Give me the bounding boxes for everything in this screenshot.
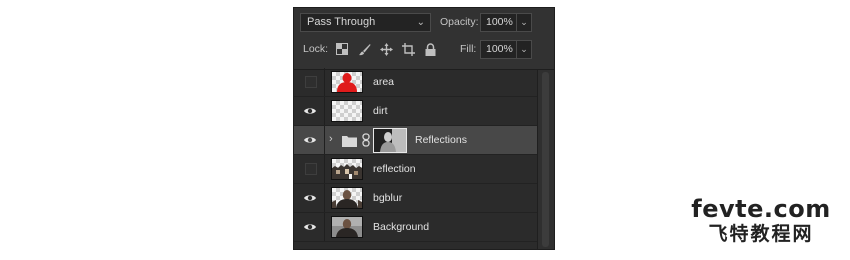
layers-panel: Pass Through ⌄ Opacity: 100% ⌄ Lock: Fil… (293, 7, 555, 250)
fill-chevron-icon[interactable]: ⌄ (516, 41, 531, 58)
layer-name[interactable]: area (373, 68, 394, 96)
lock-position-icon[interactable] (379, 43, 393, 57)
visibility-toggle-off[interactable] (305, 76, 317, 88)
layer-name[interactable]: bgblur (373, 184, 402, 212)
fill-field[interactable]: 100% ⌄ (480, 40, 532, 59)
layer-row-dirt[interactable]: dirt (294, 97, 539, 126)
layer-row-area[interactable]: area (294, 68, 539, 97)
layer-thumbnail-dirt[interactable] (331, 100, 363, 122)
layers-toolbar: Pass Through ⌄ Opacity: 100% ⌄ Lock: Fil… (294, 8, 554, 70)
blend-mode-dropdown[interactable]: Pass Through ⌄ (300, 13, 431, 32)
layer-row-bgblur[interactable]: bgblur (294, 184, 539, 213)
layer-thumbnail-background[interactable] (331, 216, 363, 238)
column-divider (324, 213, 325, 241)
blend-mode-value: Pass Through (307, 16, 376, 28)
chevron-down-icon: ⌄ (416, 17, 425, 28)
layer-name[interactable]: reflection (373, 155, 416, 183)
watermark-line2: 飞特教程网 (708, 223, 814, 245)
eye-icon[interactable] (303, 220, 317, 234)
layer-thumbnail-reflection[interactable] (331, 158, 363, 180)
scrollbar[interactable] (537, 70, 554, 249)
layer-row-reflections-group[interactable]: › Reflections (294, 126, 539, 155)
column-divider (324, 126, 325, 154)
watermark: fevte.com 飞特教程网 (686, 196, 836, 246)
fill-value: 100% (486, 43, 513, 55)
mask-link-icon[interactable] (362, 133, 370, 152)
folder-icon (342, 134, 357, 152)
watermark-line1: fevte.com (691, 195, 831, 223)
lock-artboard-icon[interactable] (401, 43, 415, 57)
lock-all-icon[interactable] (423, 43, 437, 57)
fill-label: Fill: (460, 43, 477, 55)
eye-icon[interactable] (303, 133, 317, 147)
column-divider (324, 155, 325, 183)
scrollbar-thumb[interactable] (542, 72, 549, 247)
layer-thumbnail-area[interactable] (331, 71, 363, 93)
eye-icon[interactable] (303, 191, 317, 205)
opacity-chevron-icon[interactable]: ⌄ (516, 14, 531, 31)
layer-thumbnail-bgblur[interactable] (331, 187, 363, 209)
column-divider (324, 97, 325, 125)
lock-image-pixels-icon[interactable] (357, 43, 371, 57)
opacity-value: 100% (486, 16, 513, 28)
lock-label: Lock: (303, 43, 329, 55)
opacity-label: Opacity: (440, 16, 479, 28)
eye-icon[interactable] (303, 104, 317, 118)
visibility-toggle-off[interactable] (305, 163, 317, 175)
opacity-field[interactable]: 100% ⌄ (480, 13, 532, 32)
layer-name[interactable]: Background (373, 213, 429, 241)
layer-row-reflection[interactable]: reflection (294, 155, 539, 184)
layer-name[interactable]: Reflections (415, 126, 467, 154)
lock-transparent-pixels-icon[interactable] (335, 43, 349, 57)
layer-mask-thumbnail[interactable] (373, 128, 407, 153)
layer-row-background[interactable]: Background (294, 213, 539, 242)
chevron-right-icon[interactable]: › (329, 133, 333, 145)
column-divider (324, 68, 325, 96)
layer-list: area dirt › Reflections reflection bgblu… (294, 68, 539, 242)
column-divider (324, 184, 325, 212)
layer-name[interactable]: dirt (373, 97, 388, 125)
